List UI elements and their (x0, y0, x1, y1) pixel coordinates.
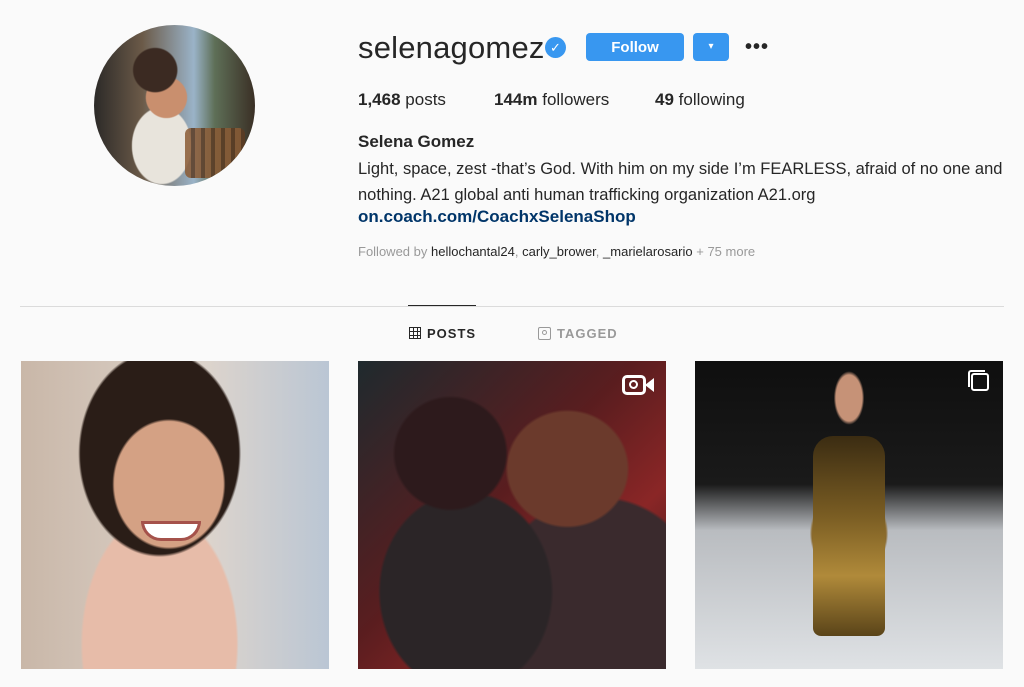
posts-count: 1,468 posts (358, 90, 446, 110)
followed-by-user[interactable]: hellochantal24 (431, 244, 515, 259)
post-thumbnail[interactable] (358, 361, 666, 669)
followers-count-value: 144m (494, 90, 538, 109)
verified-badge-icon: ✓ (545, 37, 566, 58)
post-photo-detail (141, 521, 201, 541)
carousel-icon (968, 370, 989, 391)
profile-full-name: Selena Gomez (358, 132, 475, 151)
followers-count-label: followers (542, 90, 610, 109)
profile-bio: Light, space, zest -that’s God. With him… (358, 160, 1003, 204)
posts-count-value: 1,468 (358, 90, 401, 109)
post-photo-detail (813, 436, 885, 636)
follow-button[interactable]: Follow (586, 33, 684, 61)
active-tab-indicator (408, 305, 476, 306)
profile-website-link[interactable]: on.coach.com/CoachxSelenaShop (358, 207, 636, 227)
tabs-divider (20, 306, 1004, 307)
following-count-label: following (678, 90, 745, 109)
tab-tagged[interactable]: TAGGED (538, 326, 618, 341)
more-options-icon[interactable]: ••• (745, 36, 769, 59)
profile-avatar[interactable] (94, 25, 255, 186)
followed-by-more[interactable]: + 75 more (696, 244, 755, 259)
following-count-value: 49 (655, 90, 674, 109)
avatar-chair (185, 128, 245, 178)
tagged-icon (538, 327, 551, 340)
followed-by[interactable]: Followed by hellochantal24, carly_brower… (358, 244, 755, 259)
tab-posts[interactable]: POSTS (409, 326, 476, 341)
followers-count[interactable]: 144m followers (494, 90, 609, 110)
video-icon-lens (645, 378, 654, 392)
followed-by-user[interactable]: carly_brower (522, 244, 596, 259)
username: selenagomez (358, 30, 545, 65)
tab-posts-label: POSTS (427, 326, 477, 341)
following-count[interactable]: 49 following (655, 90, 745, 110)
post-thumbnail[interactable] (21, 361, 329, 669)
followed-by-user[interactable]: _marielarosario (603, 244, 693, 259)
post-thumbnail[interactable] (695, 361, 1003, 669)
grid-icon (409, 327, 421, 339)
chevron-down-icon: ▾ (708, 41, 714, 52)
video-icon (622, 375, 646, 395)
followed-by-prefix: Followed by (358, 244, 428, 259)
posts-count-label: posts (405, 90, 446, 109)
tab-tagged-label: TAGGED (557, 326, 618, 341)
suggested-accounts-dropdown-button[interactable]: ▾ (693, 33, 729, 61)
